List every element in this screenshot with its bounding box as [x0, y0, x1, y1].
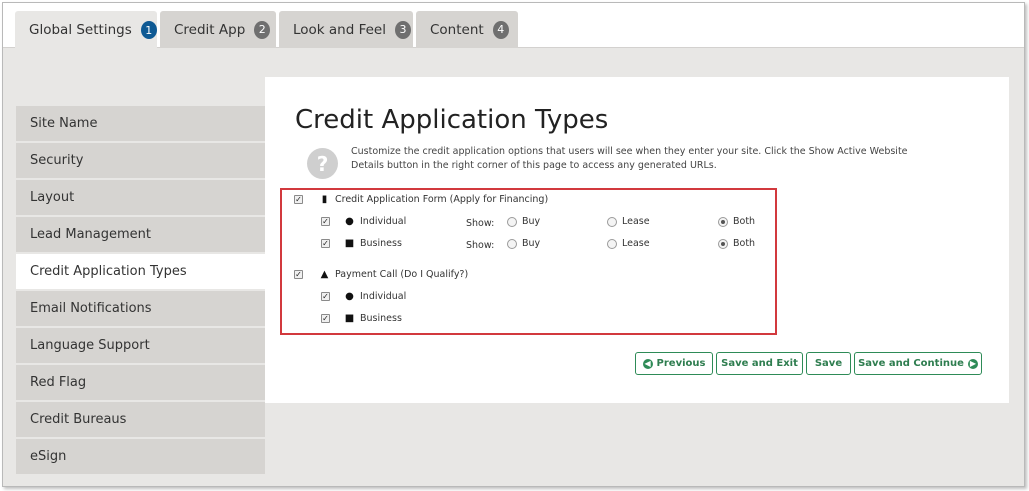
save-and-exit-button[interactable]: Save and Exit [716, 352, 803, 375]
question-icon: ? [307, 148, 338, 179]
document-icon: ▮ [321, 194, 328, 205]
form-individual-both-option[interactable]: Both [718, 216, 755, 227]
form-business-lease-option[interactable]: Lease [607, 238, 650, 249]
radio-buy[interactable] [507, 238, 517, 249]
sidebar: Site Name Security Layout Lead Managemen… [16, 106, 265, 476]
tab-global-settings[interactable]: Global Settings 1 [15, 11, 157, 49]
sidebar-item-label: Lead Management [30, 227, 151, 242]
save-button[interactable]: Save [806, 352, 851, 375]
form-individual-checkbox[interactable]: ✓ [321, 217, 330, 226]
sidebar-item-email-notifications[interactable]: Email Notifications [16, 291, 265, 326]
form-individual-checkbox-row: ✓ ● Individual [321, 216, 406, 227]
save-and-exit-label: Save and Exit [721, 358, 798, 369]
form-business-buy-option[interactable]: Buy [507, 238, 540, 249]
sidebar-item-red-flag[interactable]: Red Flag [16, 365, 265, 400]
radio-lease[interactable] [607, 238, 617, 249]
sidebar-item-label: Site Name [30, 116, 98, 131]
previous-label: Previous [656, 358, 706, 369]
tab-badge: 3 [395, 20, 411, 39]
form-business-checkbox-row: ✓ ■ Business [321, 238, 402, 249]
payment-business-checkbox[interactable]: ✓ [321, 314, 330, 323]
radio-buy-label: Buy [522, 238, 541, 249]
payment-individual-checkbox[interactable]: ✓ [321, 292, 330, 301]
payment-call-row: ✓ ▲ Payment Call (Do I Qualify?) [294, 269, 468, 280]
form-business-checkbox[interactable]: ✓ [321, 239, 330, 248]
arrow-left-icon: ◀ [642, 358, 653, 369]
sidebar-item-label: Red Flag [30, 375, 87, 390]
payment-business-label: Business [360, 313, 402, 324]
sidebar-item-label: Layout [30, 190, 75, 205]
payment-individual-checkbox-row: ✓ ● Individual [321, 291, 406, 302]
credit-app-form-row: ✓ ▮ Credit Application Form (Apply for F… [294, 194, 548, 205]
person-icon: ● [345, 291, 354, 302]
sidebar-item-site-name[interactable]: Site Name [16, 106, 265, 141]
sidebar-item-layout[interactable]: Layout [16, 180, 265, 215]
radio-lease[interactable] [607, 216, 617, 227]
payment-call-checkbox[interactable]: ✓ [294, 270, 303, 279]
form-business-label: Business [360, 238, 402, 249]
form-individual-label: Individual [360, 216, 407, 227]
previous-button[interactable]: ◀ Previous [635, 352, 713, 375]
payment-call-label: Payment Call (Do I Qualify?) [335, 269, 469, 280]
radio-both[interactable] [718, 238, 728, 249]
main-panel: Credit Application Types ? Customize the… [265, 77, 1009, 403]
sidebar-item-esign[interactable]: eSign [16, 439, 265, 474]
credit-app-form-label: Credit Application Form (Apply for Finan… [335, 194, 549, 205]
save-and-continue-label: Save and Continue [858, 358, 964, 369]
radio-both-label: Both [733, 216, 756, 227]
tab-badge: 4 [492, 20, 509, 39]
tab-bar: Global Settings 1 Credit App 2 Look and … [3, 3, 1024, 49]
sidebar-item-credit-bureaus[interactable]: Credit Bureaus [16, 402, 265, 437]
sidebar-item-security[interactable]: Security [16, 143, 265, 178]
save-label: Save [814, 358, 843, 369]
sidebar-item-label: Language Support [30, 338, 150, 353]
form-individual-show-label: Show: [466, 218, 495, 229]
tab-label: Look and Feel [293, 21, 386, 38]
person-icon: ● [345, 216, 354, 227]
tab-badge: 2 [254, 20, 271, 39]
form-individual-lease-option[interactable]: Lease [607, 216, 650, 227]
save-and-continue-button[interactable]: Save and Continue ▶ [854, 352, 982, 375]
sidebar-item-label: Credit Bureaus [30, 412, 127, 427]
sidebar-item-label: Credit Application Types [30, 264, 187, 279]
form-business-both-option[interactable]: Both [718, 238, 755, 249]
sidebar-item-label: eSign [30, 449, 67, 464]
tab-label: Global Settings [29, 22, 132, 38]
credit-app-form-checkbox[interactable]: ✓ [294, 195, 303, 204]
sidebar-item-language-support[interactable]: Language Support [16, 328, 265, 363]
tab-label: Credit App [174, 21, 246, 38]
sidebar-item-credit-application-types[interactable]: Credit Application Types [16, 254, 265, 289]
radio-both-label: Both [733, 238, 756, 249]
payment-individual-label: Individual [360, 291, 407, 302]
tab-label: Content [430, 21, 484, 38]
sidebar-item-label: Email Notifications [30, 301, 152, 316]
radio-lease-label: Lease [622, 238, 650, 249]
tab-look-and-feel[interactable]: Look and Feel 3 [279, 11, 413, 48]
sidebar-item-lead-management[interactable]: Lead Management [16, 217, 265, 252]
page-title: Credit Application Types [295, 105, 609, 135]
tab-content[interactable]: Content 4 [416, 11, 518, 48]
sidebar-item-label: Security [30, 153, 84, 168]
radio-lease-label: Lease [622, 216, 650, 227]
app-window: Global Settings 1 Credit App 2 Look and … [2, 2, 1025, 487]
tab-credit-app[interactable]: Credit App 2 [160, 11, 276, 48]
radio-both[interactable] [718, 216, 728, 227]
credit-app-options-box: ✓ ▮ Credit Application Form (Apply for F… [280, 188, 777, 335]
radio-buy-label: Buy [522, 216, 541, 227]
road-icon: ▲ [320, 269, 329, 280]
help-text: Customize the credit application options… [351, 146, 908, 171]
briefcase-icon: ■ [344, 313, 355, 324]
radio-buy[interactable] [507, 216, 517, 227]
form-individual-buy-option[interactable]: Buy [507, 216, 540, 227]
arrow-right-icon: ▶ [967, 358, 978, 369]
payment-business-checkbox-row: ✓ ■ Business [321, 313, 402, 324]
form-business-show-label: Show: [466, 240, 495, 251]
briefcase-icon: ■ [344, 238, 355, 249]
tab-badge: 1 [140, 21, 157, 39]
